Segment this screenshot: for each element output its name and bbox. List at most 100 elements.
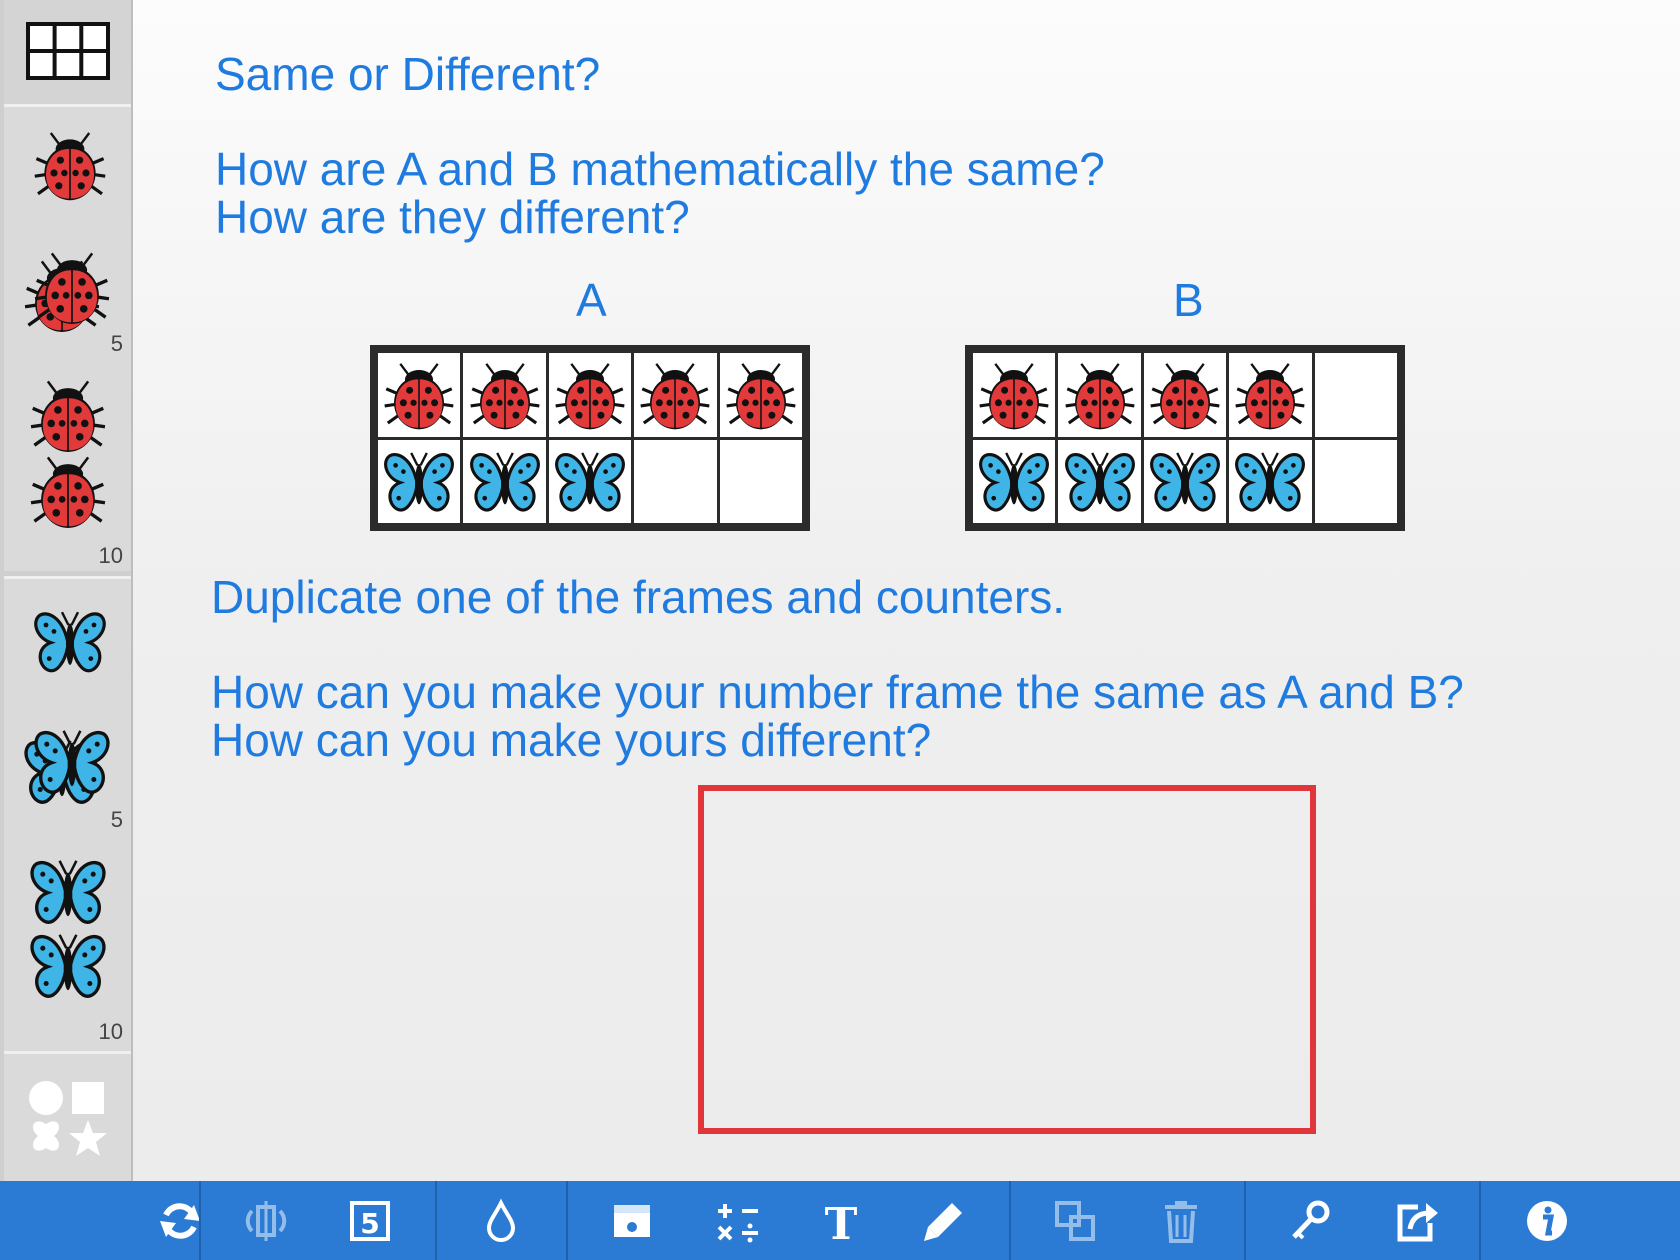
ladybird-counter[interactable] xyxy=(1060,356,1140,434)
ladybird-stack5-tool[interactable]: 5 xyxy=(4,227,131,359)
text-icon: T xyxy=(825,1199,858,1245)
sidebar: 5 10 5 10 xyxy=(0,0,133,1181)
frame-cell[interactable] xyxy=(1058,353,1141,437)
grid-icon xyxy=(26,22,110,80)
toolbar-divider xyxy=(435,1181,437,1260)
butterfly-counter[interactable] xyxy=(1145,442,1225,520)
question-same: How are A and B mathematically the same? xyxy=(215,143,1105,195)
butterfly-stack-icon-lower xyxy=(26,923,110,1007)
ten-frame-tool[interactable] xyxy=(4,0,131,104)
butterfly-stack5-tool[interactable]: 5 xyxy=(4,701,131,835)
svg-text:5: 5 xyxy=(360,1207,379,1240)
trash-icon xyxy=(1165,1200,1197,1243)
frame-cell[interactable] xyxy=(1143,439,1227,523)
frame-cell[interactable] xyxy=(634,439,717,523)
butterfly-counter[interactable] xyxy=(974,442,1054,520)
frame-cell[interactable] xyxy=(378,439,461,523)
frame-cell[interactable] xyxy=(548,353,632,437)
ladybird-stack-icon-lower xyxy=(26,449,110,533)
flip-icon xyxy=(245,1200,287,1241)
toolbar-divider xyxy=(566,1181,568,1260)
ladybird-icon xyxy=(30,125,110,205)
ladybird-single-tool[interactable] xyxy=(4,107,131,227)
ladybird-counter[interactable] xyxy=(1230,356,1310,434)
pen-button[interactable] xyxy=(906,1181,982,1260)
operations-icon xyxy=(717,1203,758,1242)
ladybird-counter[interactable] xyxy=(379,356,459,434)
butterfly-counter[interactable] xyxy=(465,442,545,520)
butterfly-counter[interactable] xyxy=(1060,442,1140,520)
ladybird-counter[interactable] xyxy=(721,356,801,434)
frame-cell[interactable] xyxy=(973,439,1056,523)
ten-frame-b[interactable] xyxy=(965,345,1405,531)
instruction-duplicate: Duplicate one of the frames and counters… xyxy=(211,571,1066,623)
info-button[interactable] xyxy=(1509,1181,1585,1260)
frame-cell[interactable] xyxy=(1314,353,1397,437)
ladybird-counter[interactable] xyxy=(550,356,630,434)
paint-drop-icon xyxy=(486,1198,516,1242)
info-icon xyxy=(1527,1200,1567,1241)
butterfly-counter[interactable] xyxy=(550,442,630,520)
butterfly-stack-icon xyxy=(26,849,110,933)
frame-cell[interactable] xyxy=(634,353,717,437)
frame-cell[interactable] xyxy=(548,439,632,523)
butterfly-icon xyxy=(30,601,110,681)
key-button[interactable] xyxy=(1272,1181,1348,1260)
pen-icon xyxy=(924,1202,962,1241)
butterfly-stack10-count: 10 xyxy=(98,1019,123,1044)
butterfly-stack5-count: 5 xyxy=(110,807,123,832)
number-card-button[interactable]: 5 xyxy=(332,1181,408,1260)
toolbar-divider xyxy=(1244,1181,1246,1260)
shapes-icon xyxy=(29,1081,107,1156)
butterfly-stack10-tool[interactable]: 10 xyxy=(4,835,131,1051)
ladybird-counter[interactable] xyxy=(635,356,715,434)
text-button[interactable]: T xyxy=(803,1181,879,1260)
ladybird-counter[interactable] xyxy=(1145,356,1225,434)
frame-cell[interactable] xyxy=(973,353,1056,437)
frame-cell[interactable] xyxy=(1229,353,1312,437)
ladybird-counter[interactable] xyxy=(465,356,545,434)
ladybird-counter[interactable] xyxy=(974,356,1054,434)
question-different: How are they different? xyxy=(215,191,690,243)
frame-cell[interactable] xyxy=(1314,439,1397,523)
toolbar-divider xyxy=(199,1181,201,1260)
frame-cell[interactable] xyxy=(378,353,461,437)
ladybird-stack10-count: 10 xyxy=(98,543,123,568)
frame-b-label: B xyxy=(1173,274,1204,326)
share-icon xyxy=(1397,1202,1438,1241)
delete-button[interactable] xyxy=(1143,1181,1219,1260)
shapes-tool[interactable] xyxy=(4,1054,131,1181)
share-button[interactable] xyxy=(1378,1181,1454,1260)
butterfly-counter[interactable] xyxy=(379,442,459,520)
frame-cell[interactable] xyxy=(719,353,802,437)
duplicate-icon xyxy=(1055,1200,1095,1241)
answer-box[interactable] xyxy=(698,785,1316,1134)
toolbar-divider xyxy=(1479,1181,1481,1260)
page-title: Same or Different? xyxy=(215,48,601,100)
butterfly-counter[interactable] xyxy=(1230,442,1310,520)
ladybird-stack5-count: 5 xyxy=(110,331,123,356)
frame-a-label: A xyxy=(576,274,607,326)
frame-cell[interactable] xyxy=(463,353,546,437)
workspace-canvas[interactable]: Same or Different? How are A and B mathe… xyxy=(133,0,1680,1181)
frame-cell[interactable] xyxy=(1229,439,1312,523)
duplicate-button[interactable] xyxy=(1037,1181,1113,1260)
color-fill-button[interactable] xyxy=(463,1181,539,1260)
operations-button[interactable] xyxy=(700,1181,776,1260)
question-make-same: How can you make your number frame the s… xyxy=(211,666,1464,718)
ten-frame-a[interactable] xyxy=(370,345,810,531)
butterfly-single-tool[interactable] xyxy=(4,579,131,701)
key-icon xyxy=(1292,1200,1330,1239)
ladybird-stack10-tool[interactable]: 10 xyxy=(4,359,131,571)
frame-cell[interactable] xyxy=(719,439,802,523)
background-button[interactable] xyxy=(594,1181,670,1260)
frame-cell[interactable] xyxy=(1058,439,1141,523)
flip-button[interactable] xyxy=(228,1181,304,1260)
ladybird-stack-icon xyxy=(26,373,110,457)
image-icon xyxy=(614,1204,650,1237)
frame-cell[interactable] xyxy=(463,439,546,523)
ladybird-stack-icon-top xyxy=(30,245,114,329)
refresh-icon xyxy=(160,1202,200,1239)
butterfly-stack-icon-top xyxy=(30,719,114,803)
frame-cell[interactable] xyxy=(1143,353,1227,437)
